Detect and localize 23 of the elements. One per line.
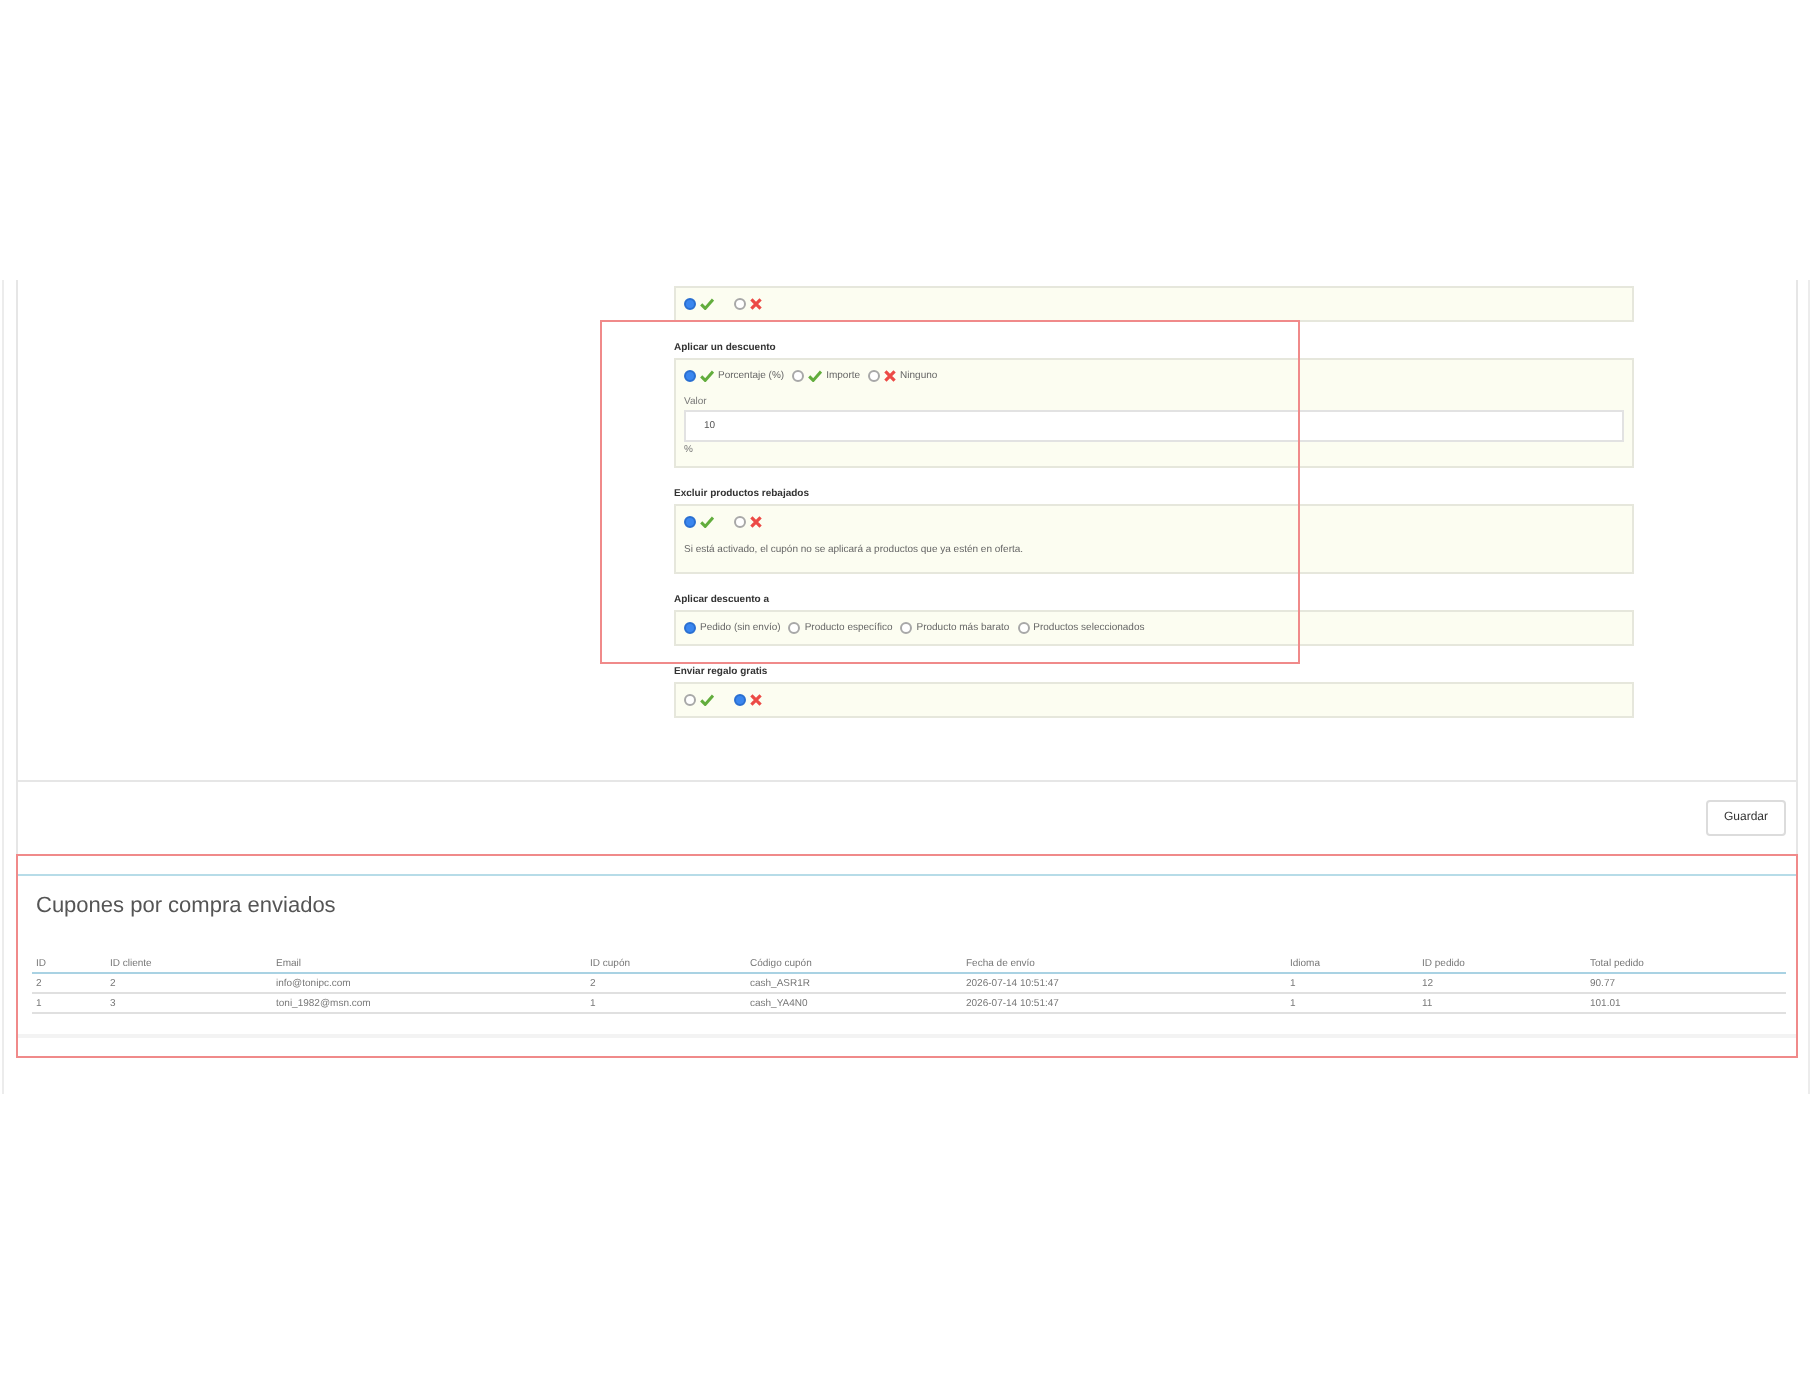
radio-button[interactable] xyxy=(900,622,913,634)
check-icon xyxy=(700,298,714,310)
radio-button[interactable] xyxy=(868,370,881,382)
radio-button[interactable] xyxy=(684,516,696,528)
radio-button[interactable] xyxy=(684,298,696,310)
radio-button[interactable] xyxy=(734,298,746,310)
check-icon xyxy=(808,370,823,382)
check-icon xyxy=(700,516,714,528)
cross-icon xyxy=(750,516,762,528)
radio-button[interactable] xyxy=(792,370,805,382)
cross-icon xyxy=(884,370,897,382)
check-icon xyxy=(700,694,714,706)
radio-button[interactable] xyxy=(684,622,696,634)
radio-button[interactable] xyxy=(684,370,696,382)
check-icon xyxy=(700,370,714,382)
radio-button[interactable] xyxy=(734,694,746,706)
panel-title: Cupones por compra enviados xyxy=(36,892,336,920)
radio-button[interactable] xyxy=(1017,622,1030,634)
radio-button[interactable] xyxy=(788,622,801,634)
radio-button[interactable] xyxy=(734,516,746,528)
cross-icon xyxy=(750,298,762,310)
radio-button[interactable] xyxy=(684,694,696,706)
cross-icon xyxy=(750,694,762,706)
